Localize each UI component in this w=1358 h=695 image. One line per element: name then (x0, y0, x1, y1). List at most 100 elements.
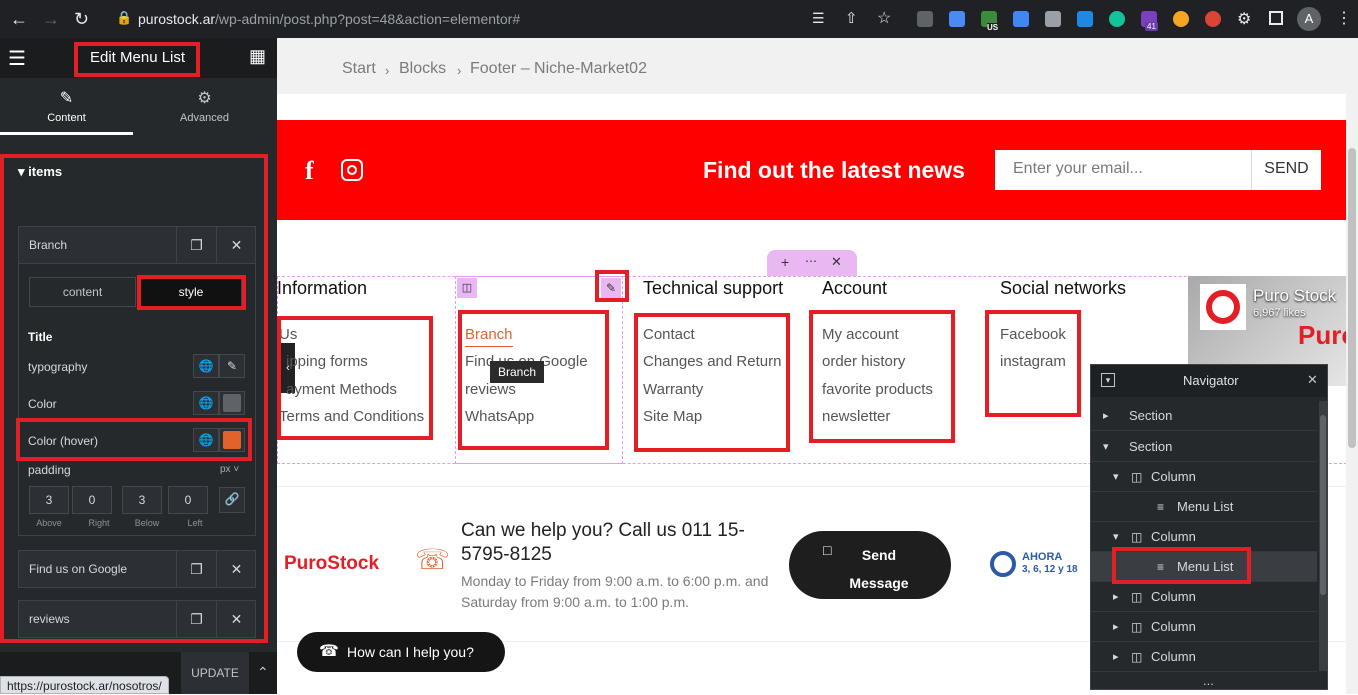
whatsapp-chat-button[interactable]: ☎ How can I help you? (297, 632, 505, 672)
navigator-row-section[interactable]: ▾ Section (1091, 432, 1317, 462)
footer-link[interactable]: Terms and Conditions (279, 408, 424, 425)
caret-right-icon[interactable]: ▸ (1103, 401, 1109, 431)
send-message-button[interactable]: □ Send Message (789, 531, 951, 599)
column-handle-icon[interactable]: ◫ (457, 278, 477, 298)
footer-link[interactable]: Contact (643, 326, 695, 343)
breadcrumb-blocks[interactable]: Blocks (399, 60, 446, 78)
inner-tab-content[interactable]: content (29, 277, 136, 307)
repeater-item-find-us-on-google[interactable]: Find us on Google ❐ ✕ (18, 550, 256, 588)
navigator-row-column[interactable]: ▸ ◫ Column (1091, 642, 1317, 672)
newsletter-email-input[interactable]: Enter your email... (995, 150, 1251, 190)
update-button[interactable]: UPDATE (181, 652, 249, 694)
forward-icon[interactable]: → (42, 9, 60, 30)
lock-icon[interactable]: 🔒 (116, 10, 132, 26)
s-extension-icon[interactable] (1077, 11, 1093, 27)
color-hover-picker[interactable] (219, 428, 245, 452)
padding-left-input[interactable]: 0 (168, 486, 208, 514)
tab-content[interactable]: ✎ Content (0, 88, 133, 124)
page-scrollbar[interactable] (1346, 38, 1358, 694)
scrollbar-thumb[interactable] (1348, 148, 1356, 448)
close-navigator-icon[interactable]: ✕ (1307, 372, 1318, 388)
padding-right-input[interactable]: 0 (72, 486, 112, 514)
camera-extension-icon[interactable] (1045, 11, 1061, 27)
color-extension-icon[interactable] (1205, 11, 1221, 27)
orange-extension-icon[interactable] (1173, 11, 1189, 27)
duplicate-icon[interactable]: ❐ (176, 601, 216, 637)
docs-extension-icon[interactable] (949, 11, 965, 27)
caret-down-icon[interactable]: ▾ (1113, 522, 1119, 552)
collapse-all-icon[interactable]: ▾ (1101, 373, 1115, 387)
breadcrumb-start[interactable]: Start (342, 60, 376, 78)
back-icon[interactable]: ← (10, 9, 28, 30)
profile-avatar[interactable]: A (1297, 7, 1321, 31)
footer-link[interactable]: Changes and Return (643, 353, 781, 370)
add-section-icon[interactable]: + (781, 254, 789, 270)
footer-link[interactable]: WhatsApp (465, 408, 534, 425)
delete-section-icon[interactable]: ✕ (831, 254, 842, 270)
footer-link[interactable]: instagram (1000, 353, 1066, 370)
footer-link[interactable]: newsletter (822, 408, 890, 425)
navigator-scrollbar[interactable] (1319, 401, 1327, 671)
navigator-scroll-thumb[interactable] (1320, 415, 1326, 595)
caret-right-icon[interactable]: ▸ (1113, 582, 1119, 612)
padding-unit-select[interactable]: px ˅ (220, 464, 239, 475)
navigator-row-column[interactable]: ▸ ◫ Column (1091, 612, 1317, 642)
footer-link[interactable]: My account (822, 326, 899, 343)
footer-link[interactable]: Warranty (643, 381, 703, 398)
navigator-row-widget[interactable]: ≡ Menu List (1091, 492, 1317, 522)
repeater-item-branch[interactable]: Branch ❐ ✕ (18, 226, 256, 264)
duplicate-icon[interactable]: ❐ (176, 551, 216, 587)
footer-link[interactable]: order history (822, 353, 905, 370)
navigator-resize-handle[interactable]: ... (1203, 673, 1214, 688)
share-icon[interactable]: ⇧ (845, 9, 858, 27)
hamburger-menu-icon[interactable]: ☰ (8, 46, 26, 71)
drag-handle-icon[interactable]: ⋯ (805, 254, 817, 268)
navigator-row-column[interactable]: ▾ ◫ Column (1091, 462, 1317, 492)
bookmark-star-icon[interactable]: ☆ (877, 8, 891, 28)
footer-link[interactable]: Site Map (643, 408, 702, 425)
reload-icon[interactable]: ↻ (74, 9, 89, 30)
grammarly-icon[interactable] (1109, 11, 1125, 27)
link-values-icon[interactable]: 🔗 (219, 487, 245, 513)
global-typography-icon[interactable]: 🌐 (193, 354, 219, 378)
caret-down-icon[interactable]: ▾ (1103, 432, 1109, 462)
edit-typography-icon[interactable]: ✎ (219, 354, 245, 378)
duplicate-icon[interactable]: ❐ (176, 227, 216, 263)
padding-bottom-input[interactable]: 3 (122, 486, 162, 514)
caret-down-icon[interactable]: ▾ (1113, 462, 1119, 492)
global-color-icon[interactable]: 🌐 (193, 391, 219, 415)
navigator-row-section[interactable]: ▸ Section (1091, 401, 1317, 431)
recycle-extension-icon[interactable] (917, 11, 933, 27)
facebook-icon[interactable]: f (305, 156, 314, 186)
chevron-up-icon[interactable]: ⌃ (257, 664, 269, 681)
remove-icon[interactable]: ✕ (216, 551, 256, 587)
footer-link[interactable]: reviews (465, 381, 516, 398)
caret-right-icon[interactable]: ▸ (1113, 612, 1119, 642)
global-color-hover-icon[interactable]: 🌐 (193, 428, 219, 452)
fb-page-name[interactable]: Puro Stock (1253, 286, 1336, 306)
padding-top-input[interactable]: 3 (29, 486, 69, 514)
repeater-item-reviews[interactable]: reviews ❐ ✕ (18, 600, 256, 638)
remove-icon[interactable]: ✕ (216, 601, 256, 637)
footer-link-branch[interactable]: Branch (465, 326, 513, 347)
navigator-row-column[interactable]: ▸ ◫ Column (1091, 582, 1317, 612)
widgets-grid-icon[interactable]: ▦ (249, 46, 266, 67)
tab-advanced[interactable]: ⚙ Advanced (138, 88, 271, 124)
side-panel-icon[interactable] (1269, 11, 1283, 25)
instagram-icon[interactable] (341, 159, 363, 181)
browser-menu-icon[interactable]: ⋮ (1336, 8, 1352, 28)
translate-icon[interactable]: ☰ (812, 10, 825, 27)
footer-link[interactable]: Us (279, 326, 297, 343)
footer-link[interactable]: ayment Methods (286, 381, 397, 398)
items-section-toggle[interactable]: ▾ items (18, 164, 62, 180)
remove-icon[interactable]: ✕ (216, 227, 256, 263)
newsletter-send-button[interactable]: SEND (1251, 150, 1321, 190)
caret-right-icon[interactable]: ▸ (1113, 642, 1119, 672)
color-picker[interactable] (219, 391, 245, 415)
footer-link[interactable]: Facebook (1000, 326, 1066, 343)
inner-tab-style[interactable]: style (140, 277, 242, 307)
extensions-puzzle-icon[interactable]: ⚙ (1237, 9, 1251, 29)
address-bar[interactable]: purostock.ar/wp-admin/post.php?post=48&a… (138, 11, 520, 27)
google-translate-extension-icon[interactable] (1013, 11, 1029, 27)
footer-link[interactable]: ipping forms (286, 353, 368, 370)
